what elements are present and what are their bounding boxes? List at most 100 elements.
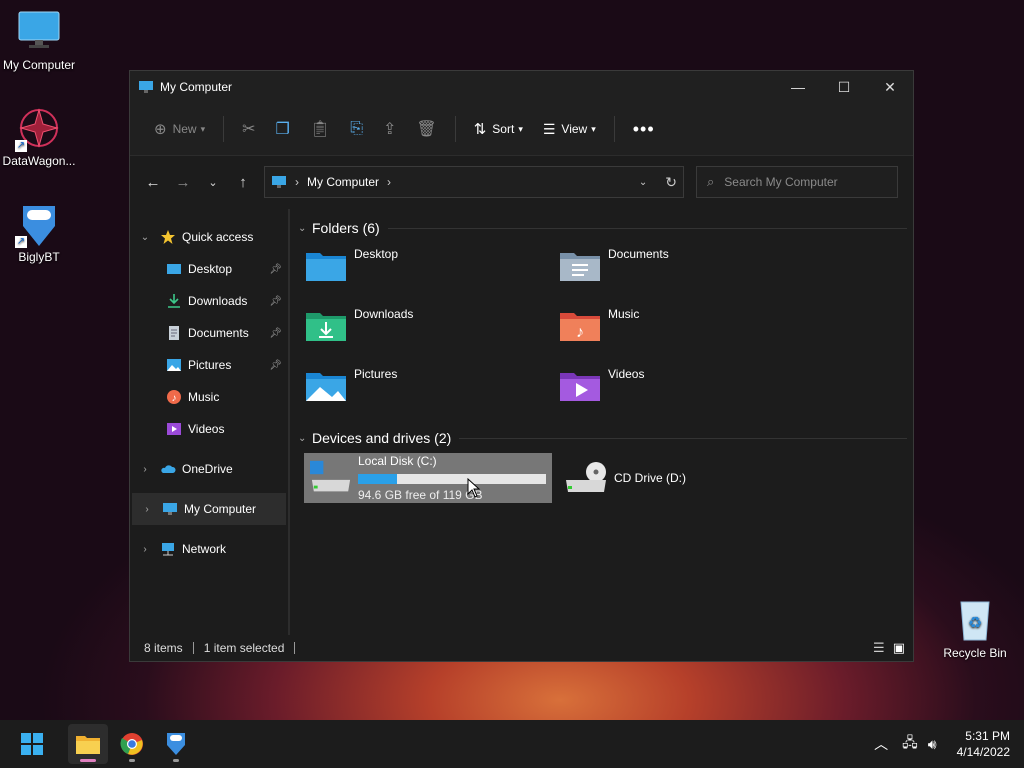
sidebar-item-pictures[interactable]: Pictures 📌︎ (130, 349, 288, 381)
sort-button[interactable]: ⇅ Sort ▾ (464, 113, 533, 145)
content-pane: ⌄ Folders (6) Desktop Documents Download… (290, 209, 913, 635)
hard-drive-icon (310, 460, 351, 492)
chevron-right-icon[interactable]: › (138, 544, 152, 555)
pin-icon[interactable]: 📌︎ (269, 264, 282, 275)
sidebar-item-music[interactable]: ♪ Music (130, 381, 288, 413)
show-hidden-icons-icon[interactable]: ︿ (874, 734, 888, 754)
trash-icon: 🗑︎ (416, 121, 437, 138)
scissors-icon: ✂ (242, 121, 256, 138)
breadcrumb-my-computer[interactable]: My Computer (307, 175, 379, 189)
video-icon (167, 423, 181, 435)
chevron-down-icon[interactable]: ⌄ (298, 433, 312, 444)
share-button[interactable]: ⇪ (373, 113, 406, 145)
back-button[interactable]: ← (138, 167, 168, 197)
command-bar: ⊕ New ▾ ✂ ❐ 📋︎ ⎘ ⇪ 🗑︎ ⇅ Sort ▾ ☰ View ▾ ••• (130, 103, 913, 156)
pictures-folder-icon (306, 373, 346, 401)
desktop-icon-datawagon[interactable]: ↗ DataWagon... (0, 106, 78, 168)
desktop-icon-label: BiglyBT (18, 250, 60, 264)
shortcut-arrow-icon: ↗ (15, 236, 27, 248)
sort-icon: ⇅ (473, 121, 487, 138)
pin-icon[interactable]: 📌︎ (269, 328, 282, 339)
cd-drive-icon (566, 462, 606, 492)
folder-icon (76, 736, 100, 754)
sidebar-item-onedrive[interactable]: › OneDrive (130, 453, 288, 485)
tiles-view-icon[interactable]: ▣ (893, 640, 905, 656)
forward-button[interactable]: → (168, 167, 198, 197)
taskbar-chrome[interactable] (112, 724, 152, 764)
close-button[interactable]: ✕ (867, 71, 913, 103)
drive-usage-bar (358, 474, 546, 484)
monitor-icon (17, 10, 61, 54)
sidebar-item-videos[interactable]: Videos (130, 413, 288, 445)
maximize-button[interactable]: ☐ (821, 71, 867, 103)
folder-desktop[interactable]: Desktop (304, 243, 558, 303)
sidebar-item-documents[interactable]: Documents 📌︎ (130, 317, 288, 349)
view-icon: ☰ (542, 120, 556, 137)
folders-grid: Desktop Documents Downloads ♪ Music Pict… (304, 243, 907, 423)
address-bar[interactable]: › My Computer › ⌄ ↻ (264, 166, 684, 198)
desktop-icon-recycle-bin[interactable]: ♻ Recycle Bin (936, 598, 1014, 660)
details-view-icon[interactable]: ☰ (873, 640, 885, 656)
system-tray: ︿ 🖧︎ 🔊︎ 5:31 PM 4/14/2022 (874, 728, 1010, 760)
drive-free-space: 94.6 GB free of 119 GB (358, 488, 483, 502)
downloads-folder-icon (306, 313, 346, 341)
chevron-down-icon: ▾ (200, 123, 206, 134)
up-button[interactable]: ↑ (228, 167, 258, 197)
taskbar-file-explorer[interactable] (68, 724, 108, 764)
start-button[interactable] (12, 724, 52, 764)
sidebar-item-my-computer[interactable]: › My Computer (132, 493, 286, 525)
navigation-pane: ⌄ Quick access Desktop 📌︎ Downloads 📌︎ Doc… (130, 209, 290, 635)
drives-group-header[interactable]: ⌄ Devices and drives (2) (298, 427, 907, 449)
more-options-button[interactable]: ••• (623, 113, 665, 145)
paste-button[interactable]: 📋︎ (300, 113, 340, 145)
chevron-down-icon[interactable]: ⌄ (138, 232, 152, 243)
address-dropdown-icon[interactable]: ⌄ (639, 177, 647, 188)
folder-downloads[interactable]: Downloads (304, 303, 558, 363)
title-bar[interactable]: My Computer — ☐ ✕ (130, 71, 913, 103)
volume-icon[interactable]: 🔊︎ (928, 736, 937, 753)
recent-locations-button[interactable]: ⌄ (198, 167, 228, 197)
refresh-icon[interactable]: ↻ (665, 174, 677, 191)
videos-folder-icon (560, 373, 600, 401)
shortcut-arrow-icon: ↗ (15, 140, 27, 152)
network-status-icon[interactable]: 🖧︎ (902, 732, 918, 756)
pin-icon[interactable]: 📌︎ (269, 360, 282, 371)
minimize-button[interactable]: — (775, 71, 821, 103)
mouse-cursor-icon (467, 478, 481, 498)
sidebar-item-downloads[interactable]: Downloads 📌︎ (130, 285, 288, 317)
drive-usage-fill (358, 474, 397, 484)
sidebar-item-quick-access[interactable]: ⌄ Quick access (130, 221, 288, 253)
chevron-right-icon[interactable]: › (138, 464, 152, 475)
copy-button[interactable]: ❐ (266, 113, 300, 145)
drive-cd-d[interactable]: CD Drive (D:) (558, 453, 806, 503)
selection-count: 1 item selected (203, 641, 285, 655)
drives-grid: Local Disk (C:) 94.6 GB free of 119 GB C… (304, 453, 907, 503)
desktop-icon-my-computer[interactable]: My Computer (0, 10, 78, 72)
view-button[interactable]: ☰ View ▾ (533, 113, 606, 145)
item-count: 8 items (144, 641, 183, 655)
pin-icon[interactable]: 📌︎ (269, 296, 282, 307)
new-button[interactable]: ⊕ New ▾ (144, 113, 215, 145)
search-input[interactable]: ⌕ Search My Computer (696, 166, 898, 198)
folder-videos[interactable]: Videos (558, 363, 812, 423)
sidebar-item-desktop[interactable]: Desktop 📌︎ (130, 253, 288, 285)
taskbar-biglybt[interactable] (156, 724, 196, 764)
desktop-icon-biglybt[interactable]: ↗ BiglyBT (0, 202, 78, 264)
folder-documents[interactable]: Documents (558, 243, 812, 303)
drive-local-disk-c[interactable]: Local Disk (C:) 94.6 GB free of 119 GB (304, 453, 552, 503)
cut-button[interactable]: ✂ (232, 113, 265, 145)
clock[interactable]: 5:31 PM 4/14/2022 (957, 728, 1010, 760)
explorer-window: My Computer — ☐ ✕ ⊕ New ▾ ✂ ❐ 📋︎ ⎘ ⇪ 🗑︎ ⇅ S… (129, 70, 914, 662)
clock-time: 5:31 PM (965, 729, 1010, 743)
share-icon: ⇪ (383, 121, 397, 138)
music-icon: ♪ (167, 390, 181, 404)
folder-pictures[interactable]: Pictures (304, 363, 558, 423)
delete-button[interactable]: 🗑︎ (406, 113, 446, 145)
rename-button[interactable]: ⎘ (340, 113, 373, 145)
folders-group-header[interactable]: ⌄ Folders (6) (298, 217, 907, 239)
clock-date: 4/14/2022 (956, 745, 1010, 759)
chevron-right-icon[interactable]: › (140, 504, 154, 515)
sidebar-item-network[interactable]: › Network (130, 533, 288, 565)
folder-music[interactable]: ♪ Music (558, 303, 812, 363)
chevron-down-icon[interactable]: ⌄ (298, 223, 312, 234)
